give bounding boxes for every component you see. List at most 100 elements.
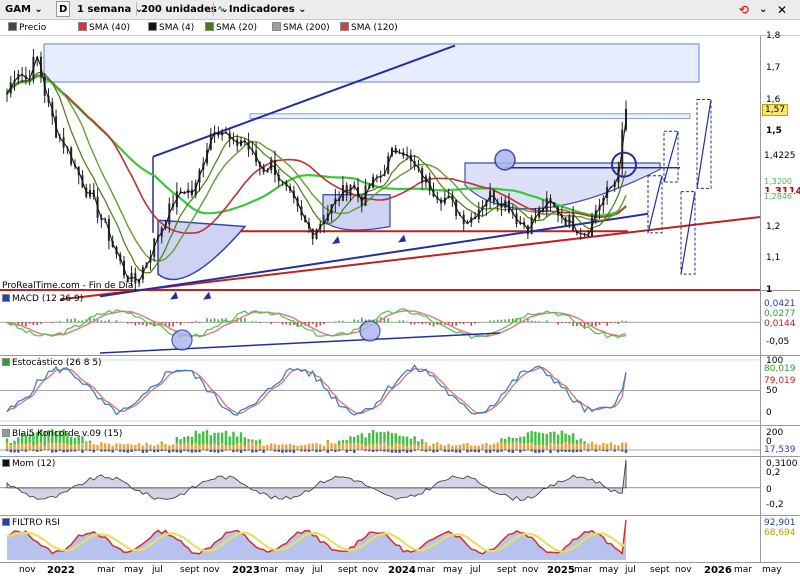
koncorde-green <box>251 439 254 443</box>
macd-hist-bar <box>474 322 476 324</box>
koncorde-orange <box>394 443 397 450</box>
macd-hist-bar <box>406 321 408 323</box>
koncorde-blue <box>511 450 514 453</box>
koncorde-blue <box>458 450 462 453</box>
koncorde-orange <box>507 442 511 450</box>
macd-hist-bar <box>610 322 612 324</box>
macd-hist-bar <box>530 320 533 323</box>
koncorde-green <box>390 433 394 446</box>
macd-hist-bar <box>545 320 548 323</box>
koncorde-blue <box>549 450 552 453</box>
koncorde-green <box>568 435 571 444</box>
price-tick: 1,7 <box>766 62 781 73</box>
momentum-area <box>6 459 627 501</box>
mom-tick: 0,2 <box>766 468 781 478</box>
koncorde-orange <box>251 442 254 450</box>
macd-hist-bar <box>466 322 469 324</box>
koncorde-orange <box>103 443 107 450</box>
koncorde-blue <box>179 450 182 453</box>
macd-hist-bar <box>138 322 140 325</box>
macd-hist-bar <box>206 318 208 323</box>
koncorde-green <box>179 439 182 445</box>
x-tick-label: nov <box>675 565 692 575</box>
koncorde-green <box>224 430 228 446</box>
macd-hist-bar <box>191 322 193 324</box>
koncorde-green <box>398 435 401 444</box>
x-tick-label: 2024 <box>388 565 416 576</box>
koncorde-orange <box>598 445 601 450</box>
koncorde-green <box>236 436 239 444</box>
macd-hist-bar <box>561 322 563 324</box>
macd-hist-bar <box>259 322 261 324</box>
koncorde-orange <box>587 444 590 450</box>
koncorde-orange <box>602 442 605 450</box>
koncorde-green <box>209 435 213 446</box>
koncorde-blue <box>194 450 197 453</box>
koncorde-orange <box>360 443 363 450</box>
macd-hist-bar <box>353 319 356 323</box>
koncorde-orange <box>417 445 420 450</box>
koncorde-orange <box>270 443 273 450</box>
koncorde-orange <box>145 442 148 450</box>
macd-hist-bar <box>496 319 499 323</box>
koncorde-green <box>432 443 435 445</box>
koncorde-green <box>383 432 386 443</box>
koncorde-orange <box>341 442 345 450</box>
koncorde-orange <box>387 445 390 450</box>
koncorde-blue <box>92 450 96 453</box>
koncorde-orange <box>168 445 171 450</box>
koncorde-orange <box>428 445 431 450</box>
koncorde-green <box>85 441 88 444</box>
koncorde-green <box>556 434 560 445</box>
koncorde-green <box>583 441 586 444</box>
koncorde-orange <box>137 443 141 450</box>
x-tick-label: nov <box>19 565 36 575</box>
koncorde-blue <box>292 450 296 453</box>
koncorde-orange <box>492 443 496 450</box>
price-tick: 1,6 <box>766 94 781 105</box>
resistance-line-zone <box>249 113 691 120</box>
koncorde-blue <box>62 450 65 453</box>
koncorde-orange <box>609 442 613 450</box>
koncorde-orange <box>398 443 401 450</box>
koncorde-orange <box>500 442 503 450</box>
koncorde-green <box>247 439 250 443</box>
koncorde-blue <box>111 450 114 453</box>
macd-hist-bar <box>489 320 491 323</box>
koncorde-orange <box>171 445 175 450</box>
koncorde-orange <box>130 444 133 450</box>
x-tick-label: jul <box>312 565 323 575</box>
stochastic-panel <box>0 359 760 422</box>
koncorde-green <box>515 437 518 443</box>
koncorde-orange <box>13 444 16 450</box>
mom-label: Mom (12) <box>2 459 55 470</box>
macd-hist-bar <box>134 322 137 326</box>
koncorde-blue <box>285 450 288 453</box>
rsi-area <box>7 520 626 560</box>
koncorde-orange <box>66 444 69 450</box>
macd-hist-bar <box>104 320 106 323</box>
macd-hist-bar <box>51 322 54 324</box>
macd-hist-bar <box>591 322 593 326</box>
koncorde-green <box>534 431 537 446</box>
macd-hist-bar <box>187 322 189 323</box>
koncorde-orange <box>194 443 197 450</box>
candle-body <box>6 93 8 95</box>
koncorde-orange <box>77 444 80 450</box>
koncorde-orange <box>156 444 160 450</box>
koncorde-orange <box>326 442 330 450</box>
koncorde-blue <box>556 450 560 453</box>
koncorde-orange <box>262 445 265 450</box>
koncorde-blue <box>315 450 318 453</box>
koncorde-orange <box>224 445 228 450</box>
koncorde-orange <box>258 443 262 450</box>
rsi-tag: 68,694 <box>762 528 798 538</box>
koncorde-orange <box>364 445 367 450</box>
koncorde-orange <box>526 443 530 450</box>
macd-hist-bar <box>142 322 144 325</box>
price-panel <box>0 43 761 301</box>
macd-hist-bar <box>342 320 344 323</box>
koncorde-blue <box>432 450 435 453</box>
koncorde-orange <box>186 442 190 450</box>
rsi-label-text: FILTRO RSI <box>12 518 60 528</box>
